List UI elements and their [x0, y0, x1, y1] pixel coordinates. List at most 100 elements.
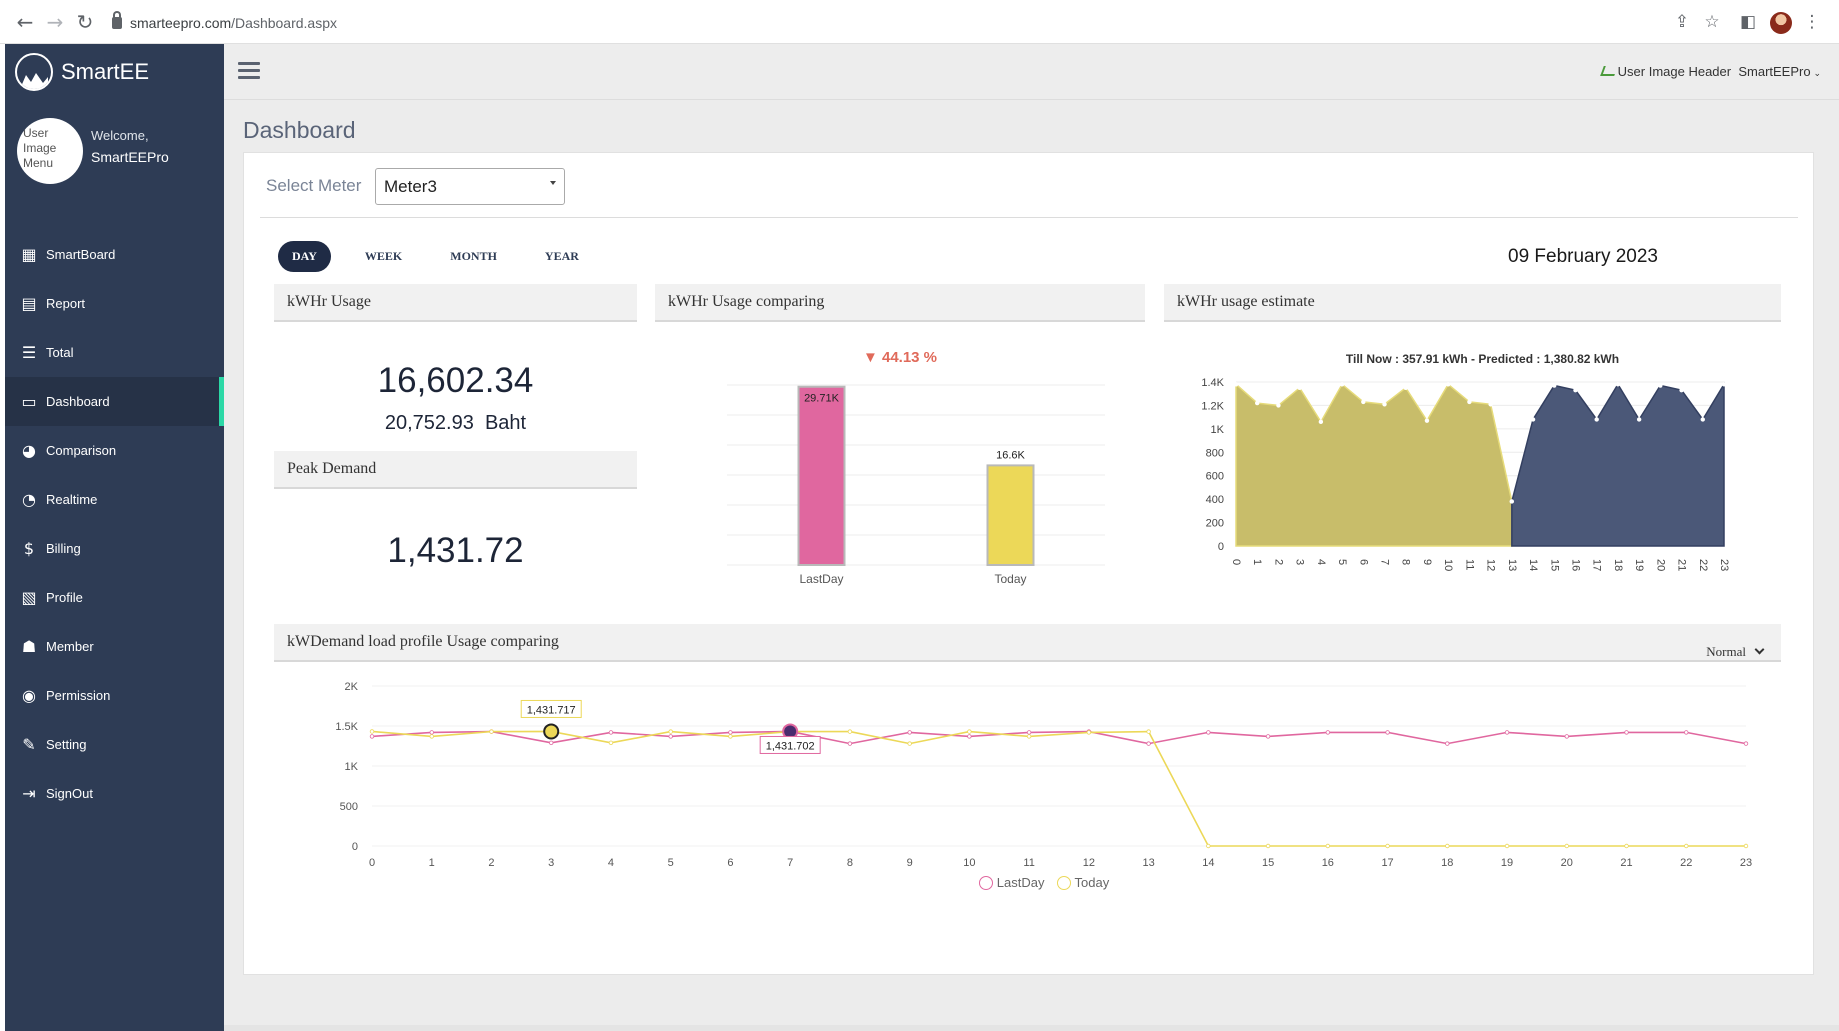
change-percent: ▼ 44.13 % — [862, 349, 938, 366]
x-tick-label: 6 — [1357, 559, 1369, 565]
line-series-today — [371, 730, 1746, 847]
user-avatar: User Image Menu — [17, 118, 83, 184]
data-point — [967, 734, 972, 739]
sidebar-item-label: Permission — [46, 688, 111, 703]
data-point — [1552, 383, 1557, 388]
x-tick-label: 8 — [1400, 559, 1412, 565]
x-tick-label: 5 — [1336, 559, 1348, 565]
x-tick-label: 2 — [488, 857, 494, 869]
eye-slash-icon: ◉ — [22, 686, 36, 705]
data-point — [1743, 741, 1749, 746]
x-tick-label: 0 — [369, 857, 375, 869]
share-icon[interactable]: ⇪ — [1672, 12, 1692, 32]
data-point — [907, 730, 912, 735]
y-tick-label: 0 — [352, 841, 358, 853]
forward-arrow-icon[interactable]: → — [44, 11, 66, 33]
sidebar-item-total[interactable]: ☰ Total — [5, 328, 224, 377]
more-vert-icon[interactable]: ⋮ — [1802, 12, 1822, 32]
bar-data-label: 29.71K — [804, 393, 840, 405]
file-chart-icon: ▧ — [21, 588, 37, 607]
data-point — [1026, 734, 1032, 739]
sidebar-item-smartboard[interactable]: ▦ SmartBoard — [5, 230, 224, 279]
sidebar-item-setting[interactable]: ✎ Setting — [5, 720, 224, 769]
brand[interactable]: SmartEE — [15, 52, 149, 92]
sidebar-item-report[interactable]: ▤ Report — [5, 279, 224, 328]
sidebar-item-dashboard[interactable]: ▭ Dashboard — [5, 377, 224, 426]
data-point — [1265, 734, 1271, 739]
data-point — [1504, 843, 1510, 849]
page-title: Dashboard — [243, 117, 356, 143]
load-profile-chart: 05001K1.5K2K0 1 2 3 4 5 6 7 8 9 10 11 12 13 14 15 16 17 18… — [335, 681, 1752, 869]
x-tick-label: 21 — [1620, 857, 1632, 869]
x-tick-label: 21 — [1676, 559, 1688, 571]
sidebar-menu: ▦ SmartBoard ▤ Report ☰ Total ▭ Dashboard ◕ C… — [5, 230, 224, 818]
data-point — [1325, 730, 1331, 735]
data-point — [429, 730, 434, 735]
y-tick-label: 1K — [1211, 424, 1225, 436]
sidebar-item-billing[interactable]: $ Billing — [5, 524, 224, 573]
y-tick-label: 200 — [1206, 518, 1224, 530]
tab-year[interactable]: YEAR — [531, 241, 593, 272]
data-point — [1265, 843, 1271, 849]
x-tick-label: 14 — [1202, 857, 1214, 869]
x-tick-label: 4 — [1315, 559, 1327, 565]
data-point — [1743, 843, 1749, 849]
top-header: User Image Header SmartEEPro ⌄ — [224, 44, 1839, 100]
data-point — [668, 729, 673, 734]
reload-icon[interactable]: ↻ — [74, 11, 96, 33]
browser-profile-avatar[interactable] — [1770, 12, 1792, 34]
x-tick-label: 6 — [727, 857, 733, 869]
x-tick-label: Today — [994, 572, 1026, 586]
tab-month[interactable]: MONTH — [436, 241, 511, 272]
area-series-1 — [1511, 381, 1725, 547]
data-point — [1509, 499, 1515, 504]
hamburger-menu-icon[interactable] — [238, 62, 260, 80]
line-series-lastday — [371, 730, 1747, 745]
main-content: Dashboard Select Meter Meter3 DAY WEEK M… — [224, 100, 1839, 1031]
header-user-image: User Image Header — [1617, 64, 1732, 79]
divider — [260, 217, 1798, 218]
address-bar[interactable]: smarteepro.com/Dashboard.aspx — [112, 9, 1672, 37]
tab-week[interactable]: WEEK — [351, 241, 416, 272]
header-user-menu[interactable]: User Image Header SmartEEPro ⌄ — [1599, 64, 1839, 79]
data-point — [728, 730, 733, 735]
load-profile-title: kWDemand load profile Usage comparing — [287, 633, 559, 650]
sidebar-item-profile[interactable]: ▧ Profile — [5, 573, 224, 622]
x-tick-label: 11 — [1463, 559, 1475, 570]
sidebar-item-signout[interactable]: ⇥ SignOut — [5, 769, 224, 818]
x-tick-label: 3 — [548, 857, 554, 869]
dashboard-grid-icon: ▦ — [21, 245, 37, 264]
area-series-0 — [1235, 382, 1513, 547]
star-icon[interactable]: ☆ — [1702, 12, 1722, 32]
select-meter-label: Select Meter — [266, 176, 362, 195]
data-point — [1424, 418, 1430, 423]
sidebar-item-label: SignOut — [46, 786, 93, 801]
legend-item-today[interactable]: Today — [1056, 875, 1109, 890]
sidebar-item-comparison[interactable]: ◕ Comparison — [5, 426, 224, 475]
user-plus-icon: ☗ — [21, 637, 37, 656]
back-arrow-icon[interactable]: ← — [14, 11, 36, 33]
legend-label: LastDay — [996, 875, 1045, 890]
estimate-subtitle: Till Now : 357.91 kWh - Predicted : 1,38… — [1345, 352, 1620, 366]
sidebar-item-permission[interactable]: ◉ Permission — [5, 671, 224, 720]
y-tick-label: 1K — [345, 761, 359, 773]
y-tick-label: 1.4K — [1201, 377, 1224, 389]
data-point — [847, 729, 853, 734]
gauge-icon: ◔ — [22, 490, 36, 509]
sidebar-item-member[interactable]: ☗ Member — [5, 622, 224, 671]
x-tick-label: 0 — [1230, 559, 1242, 565]
caret-down-icon — [550, 181, 556, 185]
meter-select[interactable]: Meter3 — [375, 168, 565, 205]
sign-out-icon: ⇥ — [22, 784, 36, 803]
legend-item-lastday[interactable]: LastDay — [978, 875, 1045, 890]
data-point — [608, 730, 614, 735]
data-point — [668, 734, 673, 739]
sidebar-item-realtime[interactable]: ◔ Realtime — [5, 475, 224, 524]
side-panel-icon[interactable]: ◧ — [1738, 12, 1758, 32]
tab-day[interactable]: DAY — [278, 241, 331, 272]
x-tick-label: 11 — [1023, 857, 1034, 869]
mode-select[interactable]: Normal — [1706, 634, 1765, 670]
data-point — [1206, 843, 1211, 849]
data-point — [1684, 843, 1689, 849]
data-point — [1361, 399, 1366, 405]
